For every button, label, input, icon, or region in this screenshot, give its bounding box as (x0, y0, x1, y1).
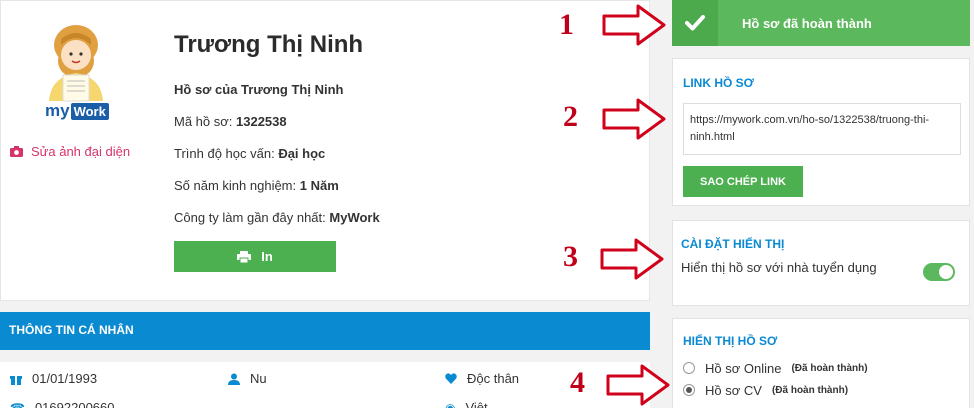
print-button[interactable]: In (174, 241, 336, 272)
phone-item: ☎ 01692200660 (10, 400, 114, 408)
experience-label: Số năm kinh nghiệm: (174, 178, 297, 193)
profile-code-label: Mã hồ sơ: (174, 114, 233, 129)
avatar[interactable]: my Work (31, 23, 121, 131)
profile-code-value: 1322538 (236, 114, 287, 129)
country-item: ◉ Việt (445, 400, 488, 408)
display-settings-box: CÀI ĐẶT HIỂN THỊ Hiển thị hồ sơ với nhà … (672, 220, 970, 306)
profile-link-box: LINK HỒ SƠ https://mywork.com.vn/ho-so/1… (672, 58, 970, 206)
annotation-number-1: 1 (559, 8, 574, 41)
birthday-value: 01/01/1993 (32, 371, 98, 386)
copy-link-button[interactable]: SAO CHÉP LINK (683, 166, 803, 197)
arrow-right-icon (602, 4, 666, 46)
marital-value: Độc thân (467, 371, 520, 386)
edit-avatar-label: Sửa ảnh đại diện (31, 144, 131, 159)
display-to-employers-label: Hiển thị hồ sơ với nhà tuyển dụng (681, 260, 877, 275)
profile-status-bar: Hồ sơ đã hoàn thành (672, 0, 970, 46)
gender-value: Nu (250, 371, 267, 386)
birthday-item: 01/01/1993 (10, 371, 97, 386)
profile-link-field[interactable]: https://mywork.com.vn/ho-so/1322538/truo… (683, 103, 961, 155)
option-online-label: Hồ sơ Online (705, 360, 782, 376)
globe-icon: ◉ (445, 400, 456, 408)
education-label: Trình độ học vấn: (174, 146, 275, 161)
annotation-number-3: 3 (563, 240, 578, 273)
experience-value: 1 Năm (299, 178, 339, 193)
user-icon (228, 373, 240, 385)
gender-item: Nu (228, 371, 267, 386)
recent-company-value: MyWork (329, 210, 380, 225)
display-settings-title: CÀI ĐẶT HIỂN THỊ (681, 237, 785, 251)
mywork-logo: my Work (45, 101, 109, 121)
phone-value: 01692200660 (34, 400, 115, 408)
option-online[interactable]: Hồ sơ Online (Đã hoàn thành) (683, 357, 959, 379)
option-cv-note: (Đã hoàn thành) (771, 384, 849, 396)
profile-code: Mã hồ sơ: 1322538 (174, 114, 287, 129)
page: my Work Sửa ảnh đại diện Trương Thị Ninh… (0, 0, 974, 408)
arrow-right-icon (602, 98, 666, 140)
check-icon (672, 0, 718, 46)
show-profile-box: HIỂN THỊ HỒ SƠ Hồ sơ Online (Đã hoàn thà… (672, 318, 970, 408)
link-box-title: LINK HỒ SƠ (683, 76, 754, 90)
toggle-knob (939, 265, 953, 279)
gift-icon (10, 375, 22, 385)
arrow-right-icon (600, 238, 664, 280)
printer-icon (237, 250, 252, 263)
camera-icon (10, 146, 23, 157)
logo-work: Work (70, 102, 109, 120)
show-profile-title: HIỂN THỊ HỒ SƠ (683, 334, 778, 348)
arrow-right-icon (606, 364, 670, 406)
option-cv-label: Hồ sơ CV (705, 382, 762, 398)
edit-avatar-link[interactable]: Sửa ảnh đại diện (10, 144, 130, 159)
display-toggle[interactable] (923, 263, 955, 281)
logo-my: my (45, 101, 70, 120)
country-value: Việt (465, 400, 488, 408)
experience: Số năm kinh nghiệm: 1 Năm (174, 178, 339, 193)
profile-type-options: Hồ sơ Online (Đã hoàn thành) Hồ sơ CV (Đ… (683, 357, 959, 401)
recent-company-label: Công ty làm gần đây nhất: (174, 210, 326, 225)
phone-icon: ☎ (10, 400, 25, 408)
personal-info-header: THÔNG TIN CÁ NHÂN (0, 312, 650, 350)
education-value: Đại học (278, 146, 326, 161)
heart-icon (445, 373, 457, 384)
option-online-note: (Đã hoàn thành) (791, 362, 868, 374)
radio-online[interactable] (683, 362, 695, 374)
personal-info-panel: 01/01/1993 Nu Độc thân ☎ 01692200660 ◉ V… (0, 362, 650, 408)
radio-cv[interactable] (683, 384, 695, 396)
education: Trình độ học vấn: Đại học (174, 146, 325, 161)
profile-card: my Work Sửa ảnh đại diện Trương Thị Ninh… (0, 0, 650, 301)
marital-item: Độc thân (445, 371, 519, 386)
candidate-name: Trương Thị Ninh (174, 31, 364, 58)
annotation-number-4: 4 (570, 366, 585, 399)
status-text: Hồ sơ đã hoàn thành (742, 15, 872, 31)
print-label: In (261, 249, 273, 264)
profile-of: Hồ sơ của Trương Thị Ninh (174, 82, 344, 97)
option-cv[interactable]: Hồ sơ CV (Đã hoàn thành) (683, 379, 959, 401)
annotation-number-2: 2 (563, 100, 578, 133)
recent-company: Công ty làm gần đây nhất: MyWork (174, 210, 380, 225)
